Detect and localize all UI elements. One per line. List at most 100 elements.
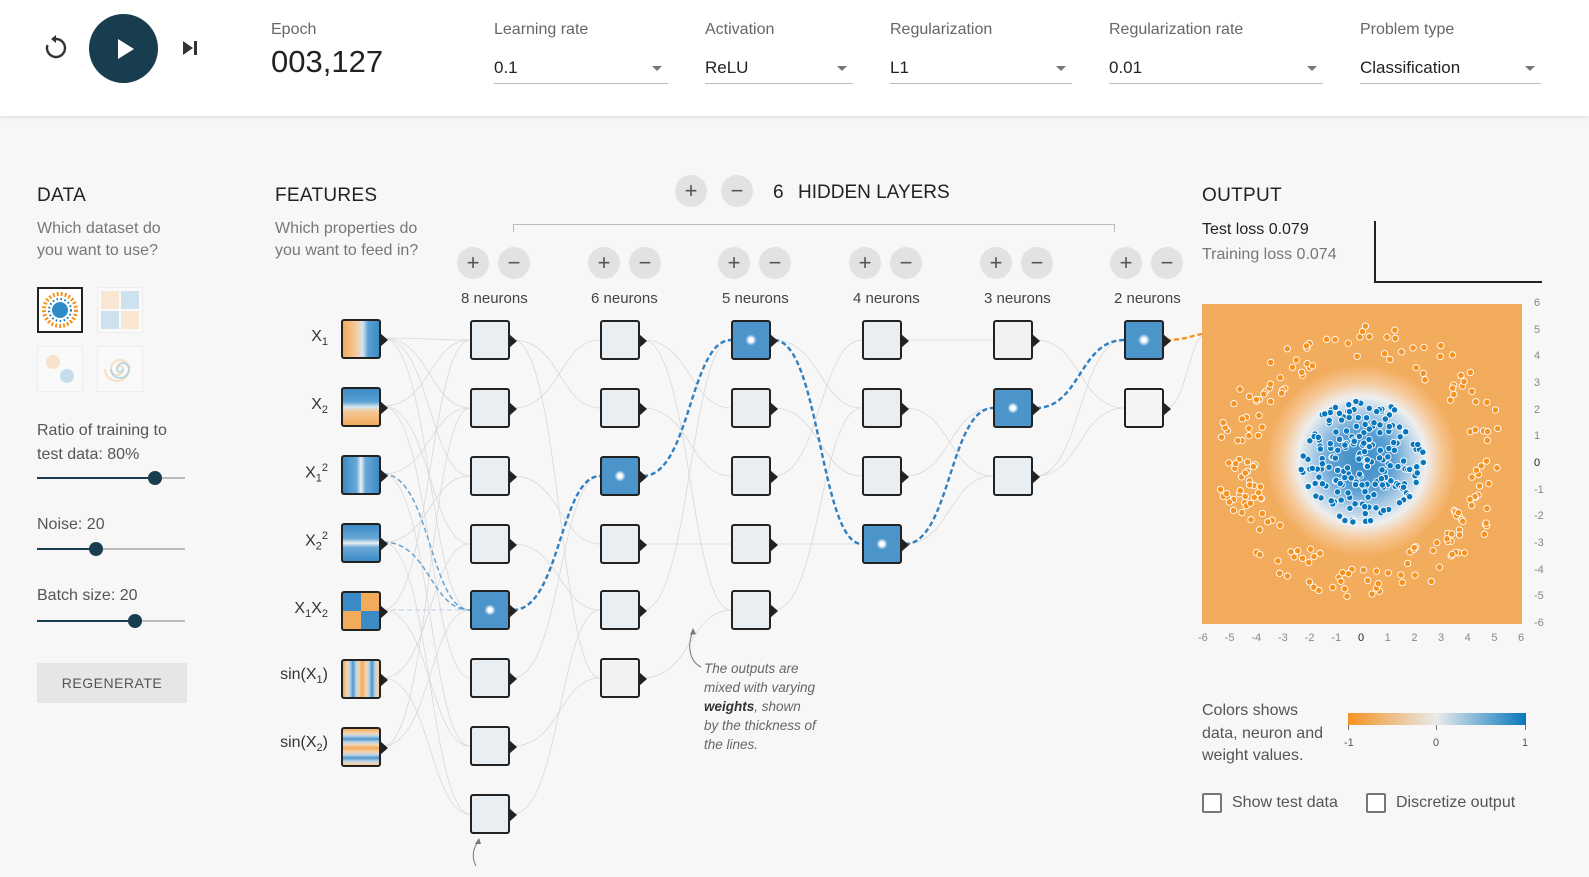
neuron[interactable] <box>600 658 647 698</box>
data-point-orange <box>1236 385 1244 393</box>
add-neuron-button[interactable]: + <box>849 247 881 279</box>
neuron[interactable] <box>862 388 909 428</box>
data-point-blue <box>1399 483 1408 491</box>
data-point-blue <box>1390 438 1398 447</box>
neuron-active[interactable] <box>993 388 1040 428</box>
neuron[interactable] <box>600 524 647 564</box>
neuron-active[interactable] <box>470 590 517 630</box>
neuron[interactable] <box>731 388 778 428</box>
remove-neuron-button[interactable]: − <box>629 247 661 279</box>
feature-x2-squared-node[interactable] <box>341 523 388 563</box>
neuron[interactable] <box>731 456 778 496</box>
data-point-blue <box>1395 423 1404 431</box>
data-point-orange <box>1241 469 1249 477</box>
y-tick-label: -4 <box>1534 563 1544 576</box>
neuron[interactable] <box>731 524 778 564</box>
remove-neuron-button[interactable]: − <box>890 247 922 279</box>
arrow-right-icon <box>1163 334 1171 348</box>
feature-sin-x1-node[interactable] <box>341 659 388 699</box>
feature-x1-squared-node[interactable] <box>341 455 388 495</box>
data-point-orange <box>1480 530 1489 538</box>
remove-neuron-button[interactable]: − <box>498 247 530 279</box>
data-point-orange <box>1427 577 1435 586</box>
neuron[interactable] <box>600 590 647 630</box>
data-point-orange <box>1494 424 1502 433</box>
data-point-blue <box>1377 475 1386 483</box>
feature-x1-node[interactable] <box>341 319 388 359</box>
neuron[interactable] <box>470 320 517 360</box>
data-point-blue <box>1361 509 1369 518</box>
neuron[interactable] <box>470 456 517 496</box>
neuron[interactable] <box>470 658 517 698</box>
neuron[interactable] <box>993 320 1040 360</box>
neuron-active[interactable] <box>600 456 647 496</box>
note-line-rest: , shown <box>754 699 801 714</box>
neuron-active[interactable] <box>731 320 778 360</box>
remove-layer-button[interactable]: − <box>721 175 753 207</box>
data-point-orange <box>1238 415 1246 423</box>
feature-x1x2-node[interactable] <box>341 591 388 631</box>
data-point-blue <box>1365 404 1373 412</box>
remove-neuron-button[interactable]: − <box>1021 247 1053 279</box>
data-point-blue <box>1378 466 1386 474</box>
add-layer-button[interactable]: + <box>675 175 707 207</box>
neuron[interactable] <box>1124 388 1171 428</box>
arrow-right-icon <box>639 402 647 416</box>
data-point-blue <box>1390 406 1399 414</box>
feature-x2-node[interactable] <box>341 387 388 427</box>
show-test-data-checkbox[interactable] <box>1202 793 1222 813</box>
color-legend-text: Colors shows data, neuron and weight val… <box>1202 700 1323 768</box>
discretize-output-checkbox[interactable] <box>1366 793 1386 813</box>
data-point-blue <box>1355 470 1364 478</box>
arrow-right-icon <box>770 538 778 552</box>
legend-text-line: weight values. <box>1202 747 1304 764</box>
data-point-blue <box>1358 481 1366 489</box>
add-neuron-button[interactable]: + <box>718 247 750 279</box>
data-point-blue <box>1337 416 1346 424</box>
arrow-right-icon <box>770 604 778 618</box>
output-heatmap[interactable] <box>1202 304 1522 624</box>
data-point-orange <box>1411 571 1419 579</box>
data-point-orange <box>1475 482 1484 490</box>
neuron[interactable] <box>470 726 517 766</box>
neuron[interactable] <box>862 320 909 360</box>
data-point-blue <box>1341 473 1349 482</box>
neuron[interactable] <box>862 456 909 496</box>
data-point-orange <box>1217 433 1226 441</box>
neuron[interactable] <box>600 388 647 428</box>
arrow-right-icon <box>639 604 647 618</box>
neuron[interactable] <box>731 590 778 630</box>
data-point-orange <box>1245 432 1253 440</box>
data-point-orange <box>1448 351 1457 359</box>
output-title: OUTPUT <box>1202 185 1282 206</box>
data-point-blue <box>1395 499 1404 507</box>
add-neuron-button[interactable]: + <box>1110 247 1142 279</box>
y-tick-label: 2 <box>1534 403 1541 416</box>
neuron[interactable] <box>600 320 647 360</box>
remove-neuron-button[interactable]: − <box>759 247 791 279</box>
show-test-data-label[interactable]: Show test data <box>1232 794 1338 812</box>
remove-neuron-button[interactable]: − <box>1151 247 1183 279</box>
neuron[interactable] <box>993 456 1040 496</box>
feature-sin-x1-label: sin(X1) <box>280 666 328 687</box>
discretize-output-label[interactable]: Discretize output <box>1396 794 1515 812</box>
neuron[interactable] <box>470 524 517 564</box>
add-neuron-button[interactable]: + <box>980 247 1012 279</box>
data-point-orange <box>1341 585 1349 593</box>
data-point-orange <box>1283 345 1291 353</box>
feature-sin-x2-node[interactable] <box>341 727 388 767</box>
neuron[interactable] <box>470 794 517 834</box>
arrow-right-icon <box>380 741 388 755</box>
neuron-active[interactable] <box>1124 320 1171 360</box>
neuron[interactable] <box>470 388 517 428</box>
data-point-orange <box>1420 343 1428 352</box>
add-neuron-button[interactable]: + <box>457 247 489 279</box>
data-point-blue <box>1343 464 1352 472</box>
data-point-orange <box>1257 494 1265 502</box>
data-point-orange <box>1344 339 1352 347</box>
neuron-active[interactable] <box>862 524 909 564</box>
data-point-orange <box>1368 590 1376 598</box>
y-tick-label: -2 <box>1534 510 1544 523</box>
add-neuron-button[interactable]: + <box>588 247 620 279</box>
data-point-blue <box>1335 409 1344 418</box>
